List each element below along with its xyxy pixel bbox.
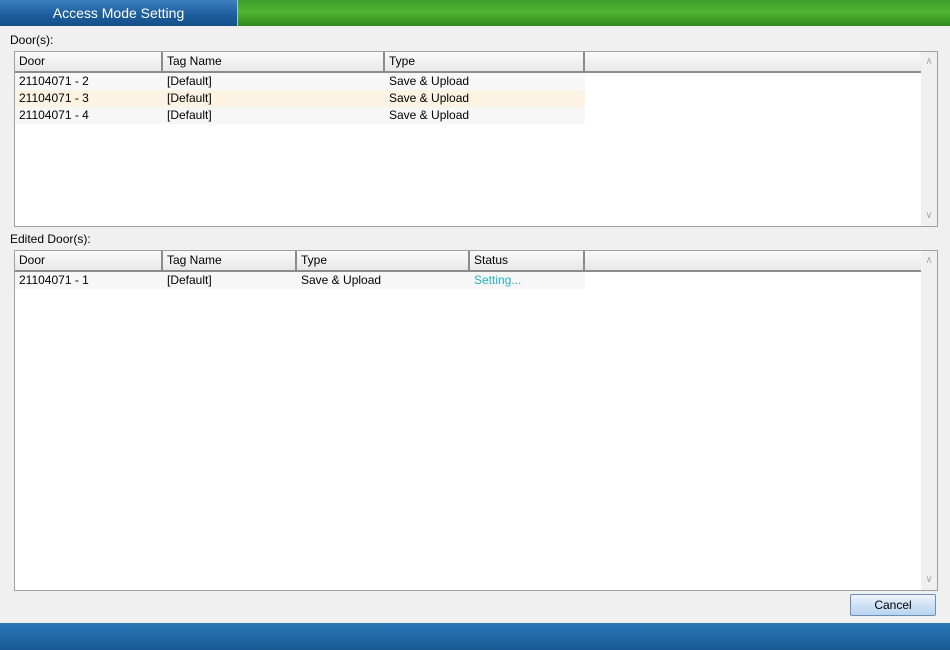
chevron-down-icon[interactable]: ∨ bbox=[921, 573, 937, 587]
column-header-door[interactable]: Door bbox=[15, 251, 163, 270]
cell-tag-name: [Default] bbox=[167, 91, 212, 105]
column-header-status[interactable]: Status bbox=[470, 251, 585, 270]
column-header-filler bbox=[585, 251, 921, 270]
doors-grid-header: Door Tag Name Type bbox=[15, 52, 921, 73]
window-title: Access Mode Setting bbox=[52, 5, 185, 21]
cancel-button[interactable]: Cancel bbox=[850, 594, 936, 616]
title-bar: Access Mode Setting bbox=[0, 0, 950, 26]
cell-tag-name: [Default] bbox=[167, 74, 212, 88]
cell-door: 21104071 - 1 bbox=[19, 273, 89, 287]
edited-doors-grid[interactable]: Door Tag Name Type Status 21104071 - 1 [… bbox=[14, 250, 938, 591]
table-row[interactable]: 21104071 - 1 [Default] Save & Upload Set… bbox=[15, 272, 585, 289]
cell-type: Save & Upload bbox=[389, 91, 470, 105]
column-header-door[interactable]: Door bbox=[15, 52, 163, 71]
doors-label: Door(s): bbox=[10, 33, 54, 47]
table-row[interactable]: 21104071 - 2 [Default] Save & Upload bbox=[15, 73, 585, 90]
cell-type: Save & Upload bbox=[389, 74, 470, 88]
cell-tag-name: [Default] bbox=[167, 108, 212, 122]
table-row[interactable]: 21104071 - 3 [Default] Save & Upload bbox=[15, 90, 585, 107]
edited-vertical-scrollbar[interactable]: ∧ ∨ bbox=[921, 251, 937, 590]
chevron-up-icon[interactable]: ∧ bbox=[921, 254, 937, 268]
footer-bar bbox=[0, 623, 950, 650]
doors-vertical-scrollbar[interactable]: ∧ ∨ bbox=[921, 52, 937, 226]
table-row[interactable]: 21104071 - 4 [Default] Save & Upload bbox=[15, 107, 585, 124]
cell-status: Setting... bbox=[474, 273, 522, 287]
column-header-type[interactable]: Type bbox=[385, 52, 585, 71]
doors-grid[interactable]: Door Tag Name Type 21104071 - 2 [Default… bbox=[14, 51, 938, 227]
cell-tag-name: [Default] bbox=[167, 273, 212, 287]
edited-doors-label: Edited Door(s): bbox=[10, 232, 91, 246]
cell-door: 21104071 - 2 bbox=[19, 74, 89, 88]
column-header-tag-name[interactable]: Tag Name bbox=[163, 251, 297, 270]
chevron-down-icon[interactable]: ∨ bbox=[921, 209, 937, 223]
column-header-type[interactable]: Type bbox=[297, 251, 470, 270]
cell-door: 21104071 - 3 bbox=[19, 91, 89, 105]
cell-type: Save & Upload bbox=[301, 273, 382, 287]
cell-door: 21104071 - 4 bbox=[19, 108, 89, 122]
cell-type: Save & Upload bbox=[389, 108, 470, 122]
chevron-up-icon[interactable]: ∧ bbox=[921, 55, 937, 69]
edited-grid-header: Door Tag Name Type Status bbox=[15, 251, 921, 272]
title-tab: Access Mode Setting bbox=[0, 0, 238, 26]
column-header-tag-name[interactable]: Tag Name bbox=[163, 52, 385, 71]
column-header-filler bbox=[585, 52, 921, 71]
